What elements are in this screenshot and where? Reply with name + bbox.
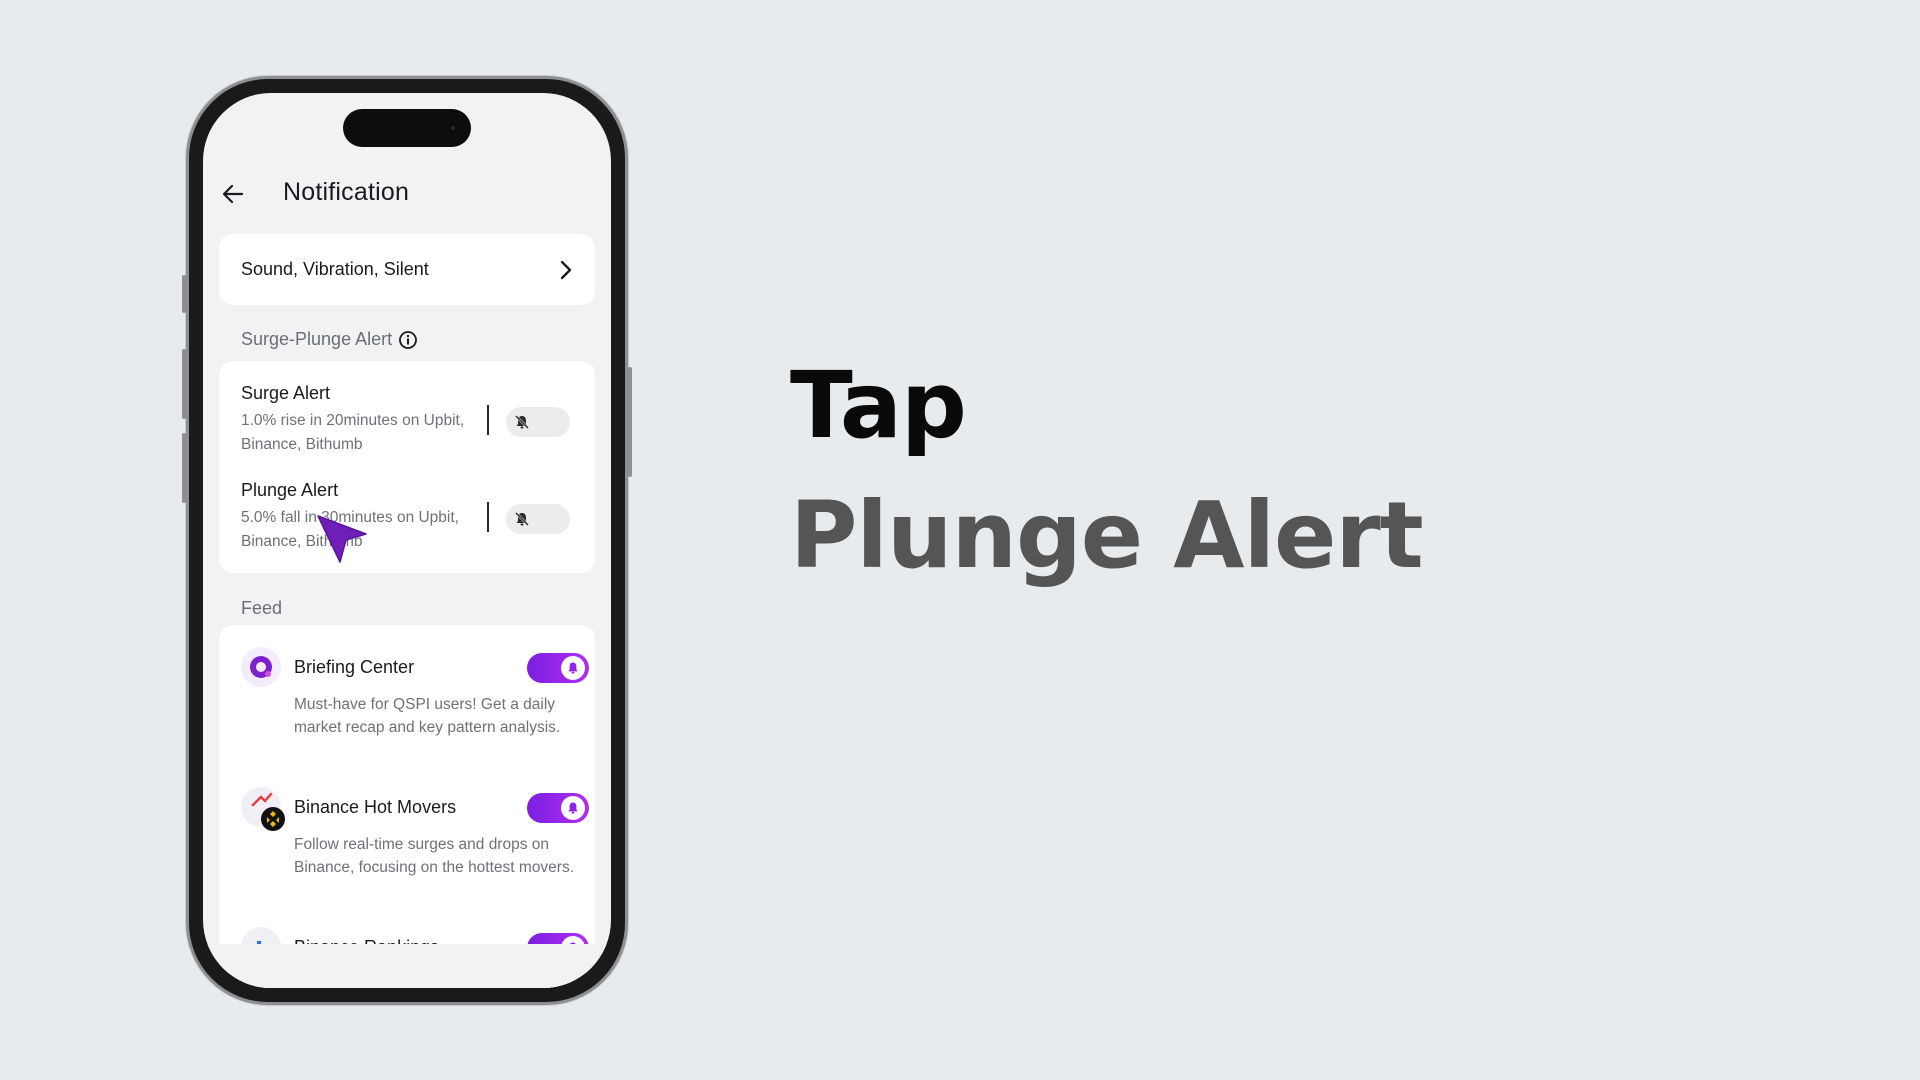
power-button xyxy=(628,367,632,477)
back-arrow-icon xyxy=(222,184,244,204)
plunge-alert-toggle[interactable] xyxy=(506,504,570,534)
surge-alert-description: 1.0% rise in 20minutes on Upbit, Binance… xyxy=(241,412,465,453)
divider xyxy=(487,502,489,532)
chevron-right-icon xyxy=(560,260,572,279)
surge-alert-toggle[interactable] xyxy=(506,407,570,437)
sound-settings-row[interactable]: Sound, Vibration, Silent xyxy=(219,234,595,305)
feed-item-binance-hot-movers[interactable]: Binance Hot Movers Follow real-time surg… xyxy=(241,787,589,917)
plunge-alert-row[interactable]: Plunge Alert 5.0% fall in 30minutes on U… xyxy=(241,480,573,560)
volume-up-button xyxy=(182,349,186,419)
binance-hot-movers-icon xyxy=(241,787,285,831)
binance-hot-movers-toggle[interactable] xyxy=(527,793,589,823)
briefing-center-toggle[interactable] xyxy=(527,653,589,683)
info-icon[interactable] xyxy=(398,330,418,350)
action-button xyxy=(182,275,186,313)
bell-off-icon xyxy=(510,410,534,434)
briefing-center-title: Briefing Center xyxy=(294,657,415,677)
binance-hot-movers-title: Binance Hot Movers xyxy=(294,797,457,817)
feed-card: Briefing Center Must-have for QSPI users… xyxy=(219,625,595,988)
sound-settings-label: Sound, Vibration, Silent xyxy=(241,259,429,279)
app-header: Notification xyxy=(203,168,611,218)
briefing-center-icon xyxy=(241,647,281,687)
briefing-center-description: Must-have for QSPI users! Get a daily ma… xyxy=(294,696,561,736)
feed-section-label: Feed xyxy=(241,598,283,618)
surge-alert-row[interactable]: Surge Alert 1.0% rise in 20minutes on Up… xyxy=(241,383,573,463)
dynamic-island xyxy=(343,109,471,147)
binance-hot-movers-description: Follow real-time surges and drops on Bin… xyxy=(294,836,575,876)
plunge-alert-title: Plunge Alert xyxy=(241,480,339,500)
screen-bottom-mask xyxy=(203,944,611,988)
caption-plunge-alert: Plunge Alert xyxy=(790,482,1424,589)
phone-frame: Notification Sound, Vibration, Silent Su… xyxy=(182,76,632,1005)
surge-plunge-section-title: Surge-Plunge Alert xyxy=(241,329,418,350)
bell-icon xyxy=(561,656,585,680)
feed-section-title: Feed xyxy=(241,598,282,619)
caption-tap: Tap xyxy=(790,352,967,459)
feed-item-briefing-center[interactable]: Briefing Center Must-have for QSPI users… xyxy=(241,647,589,777)
bell-icon xyxy=(561,796,585,820)
back-button[interactable] xyxy=(219,180,247,208)
pointer-cursor-icon xyxy=(317,515,367,563)
bell-off-icon xyxy=(510,507,534,531)
surge-plunge-section-label: Surge-Plunge Alert xyxy=(241,329,393,349)
surge-alert-title: Surge Alert xyxy=(241,383,331,403)
page-title: Notification xyxy=(283,178,410,206)
surge-plunge-card: Surge Alert 1.0% rise in 20minutes on Up… xyxy=(219,361,595,573)
divider xyxy=(487,405,489,435)
volume-down-button xyxy=(182,433,186,503)
phone-screen: Notification Sound, Vibration, Silent Su… xyxy=(203,93,611,988)
